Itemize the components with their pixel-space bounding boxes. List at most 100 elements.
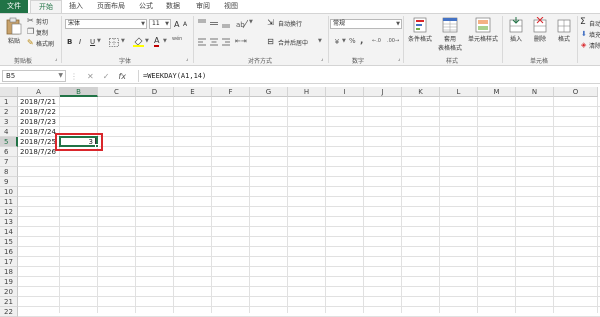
decrease-decimal-icon[interactable]: .00→ [387,38,399,44]
wrap-text-button[interactable]: 自动换行 [278,19,302,28]
autosum-button[interactable]: 自动 [589,19,600,28]
number-launcher-icon[interactable]: ⌟ [398,56,400,62]
format-as-table-button[interactable]: 套用 表格格式 [436,17,464,52]
tab-home[interactable]: 开始 [30,0,62,13]
copy-button[interactable]: 复制 [36,28,48,37]
chevron-down-icon[interactable]: ▼ [318,38,322,44]
column-header-g[interactable]: G [250,87,288,97]
alignment-launcher-icon[interactable]: ⌟ [321,56,323,62]
orientation-icon[interactable]: ab [236,18,248,29]
column-header-j[interactable]: J [364,87,402,97]
indent-icons[interactable]: ⇤⇥ [235,37,247,45]
row-header-10[interactable]: 10 [0,187,18,197]
font-launcher-icon[interactable]: ⌟ [186,56,188,62]
fill-icon[interactable]: ⬇ [581,30,587,38]
row-header-2[interactable]: 2 [0,107,18,117]
chevron-down-icon[interactable]: ▼ [342,38,346,44]
tab-formulas[interactable]: 公式 [139,0,153,13]
column-header-n[interactable]: N [516,87,554,97]
chevron-down-icon[interactable]: ▼ [249,19,253,25]
column-header-b[interactable]: B [60,87,98,97]
phonetic-button[interactable]: wén [172,36,182,42]
clear-icon[interactable]: ◈ [581,41,586,49]
format-cells-button[interactable]: 格式 [553,17,575,43]
delete-cells-button[interactable]: 删除 [529,17,551,43]
chevron-down-icon[interactable]: ▼ [163,38,167,44]
row-header-11[interactable]: 11 [0,197,18,207]
cell-styles-button[interactable]: 单元格样式 [466,17,500,43]
underline-button[interactable]: U [90,38,95,46]
row-header-6[interactable]: 6 [0,147,18,157]
tab-file[interactable]: 文件 [0,0,28,13]
copy-icon[interactable]: ❐ [27,28,34,36]
formula-input[interactable]: =WEEKDAY(A1,14) [138,70,598,82]
row-header-1[interactable]: 1 [0,97,18,107]
conditional-formatting-button[interactable]: 条件格式 [406,17,434,43]
row-header-7[interactable]: 7 [0,157,18,167]
row-header-13[interactable]: 13 [0,217,18,227]
bold-button[interactable]: B [67,38,72,46]
row-header-15[interactable]: 15 [0,237,18,247]
format-painter-button[interactable]: 格式刷 [36,39,54,48]
shrink-font-button[interactable]: A [183,21,187,28]
column-header-d[interactable]: D [136,87,174,97]
number-format-select[interactable]: 常规 ▼ [330,19,402,29]
row-header-16[interactable]: 16 [0,247,18,257]
row-header-19[interactable]: 19 [0,277,18,287]
column-header-i[interactable]: I [326,87,364,97]
row-header-12[interactable]: 12 [0,207,18,217]
column-header-f[interactable]: F [212,87,250,97]
tab-page-layout[interactable]: 页面布局 [97,0,125,13]
column-header-l[interactable]: L [440,87,478,97]
row-header-5[interactable]: 5 [0,137,18,147]
italic-button[interactable]: I [79,38,81,46]
column-header-o[interactable]: O [554,87,598,97]
insert-function-icon[interactable]: fx [118,72,126,81]
comma-button[interactable]: , [360,36,363,46]
row-header-22[interactable]: 22 [0,307,18,317]
column-header-a[interactable]: A [18,87,60,97]
horizontal-align-icons[interactable] [198,38,232,47]
tab-insert[interactable]: 插入 [69,0,83,13]
row-header-9[interactable]: 9 [0,177,18,187]
cell-a2[interactable]: 2018/7/22 [20,107,56,117]
select-all-corner[interactable] [0,87,18,97]
fill-color-icon[interactable] [133,36,144,47]
row-header-4[interactable]: 4 [0,127,18,137]
merge-center-button[interactable]: 合并后居中 [278,38,308,47]
percent-button[interactable]: % [349,37,356,45]
paste-button[interactable]: 粘贴 [4,17,24,45]
format-painter-icon[interactable]: ✎ [27,39,34,47]
column-header-k[interactable]: K [402,87,440,97]
cancel-icon[interactable]: ✕ [87,72,94,81]
row-header-20[interactable]: 20 [0,287,18,297]
chevron-down-icon[interactable]: ▼ [97,38,101,44]
chevron-down-icon[interactable]: ▼ [121,38,125,44]
row-header-17[interactable]: 17 [0,257,18,267]
clear-button[interactable]: 清除 [589,41,600,50]
row-header-14[interactable]: 14 [0,227,18,237]
tab-view[interactable]: 视图 [224,0,238,13]
worksheet-grid[interactable]: A B C D E F G H I J K L M N O 1 2 3 4 5 6 7 8 9 10 11 12 13 14 15 16 17… [0,87,600,317]
border-icon[interactable] [109,38,119,47]
cell-a6[interactable]: 2018/7/26 [20,147,56,157]
row-header-8[interactable]: 8 [0,167,18,177]
cell-a3[interactable]: 2018/7/23 [20,117,56,127]
grow-font-button[interactable]: A [174,20,179,29]
cell-a5[interactable]: 2018/7/25 [20,137,56,147]
name-box[interactable]: B5 ▼ [2,70,66,82]
column-header-c[interactable]: C [98,87,136,97]
row-header-21[interactable]: 21 [0,297,18,307]
fill-button[interactable]: 填充 [589,30,600,39]
tab-data[interactable]: 数据 [166,0,180,13]
font-name-select[interactable]: 宋体 ▼ [65,19,147,29]
cut-button[interactable]: 剪切 [36,17,48,26]
column-header-e[interactable]: E [174,87,212,97]
cut-icon[interactable]: ✂ [27,17,34,25]
font-size-select[interactable]: 11 ▼ [149,19,171,29]
column-header-m[interactable]: M [478,87,516,97]
tab-review[interactable]: 审阅 [196,0,210,13]
cell-a4[interactable]: 2018/7/24 [20,127,56,137]
column-header-h[interactable]: H [288,87,326,97]
row-header-18[interactable]: 18 [0,267,18,277]
